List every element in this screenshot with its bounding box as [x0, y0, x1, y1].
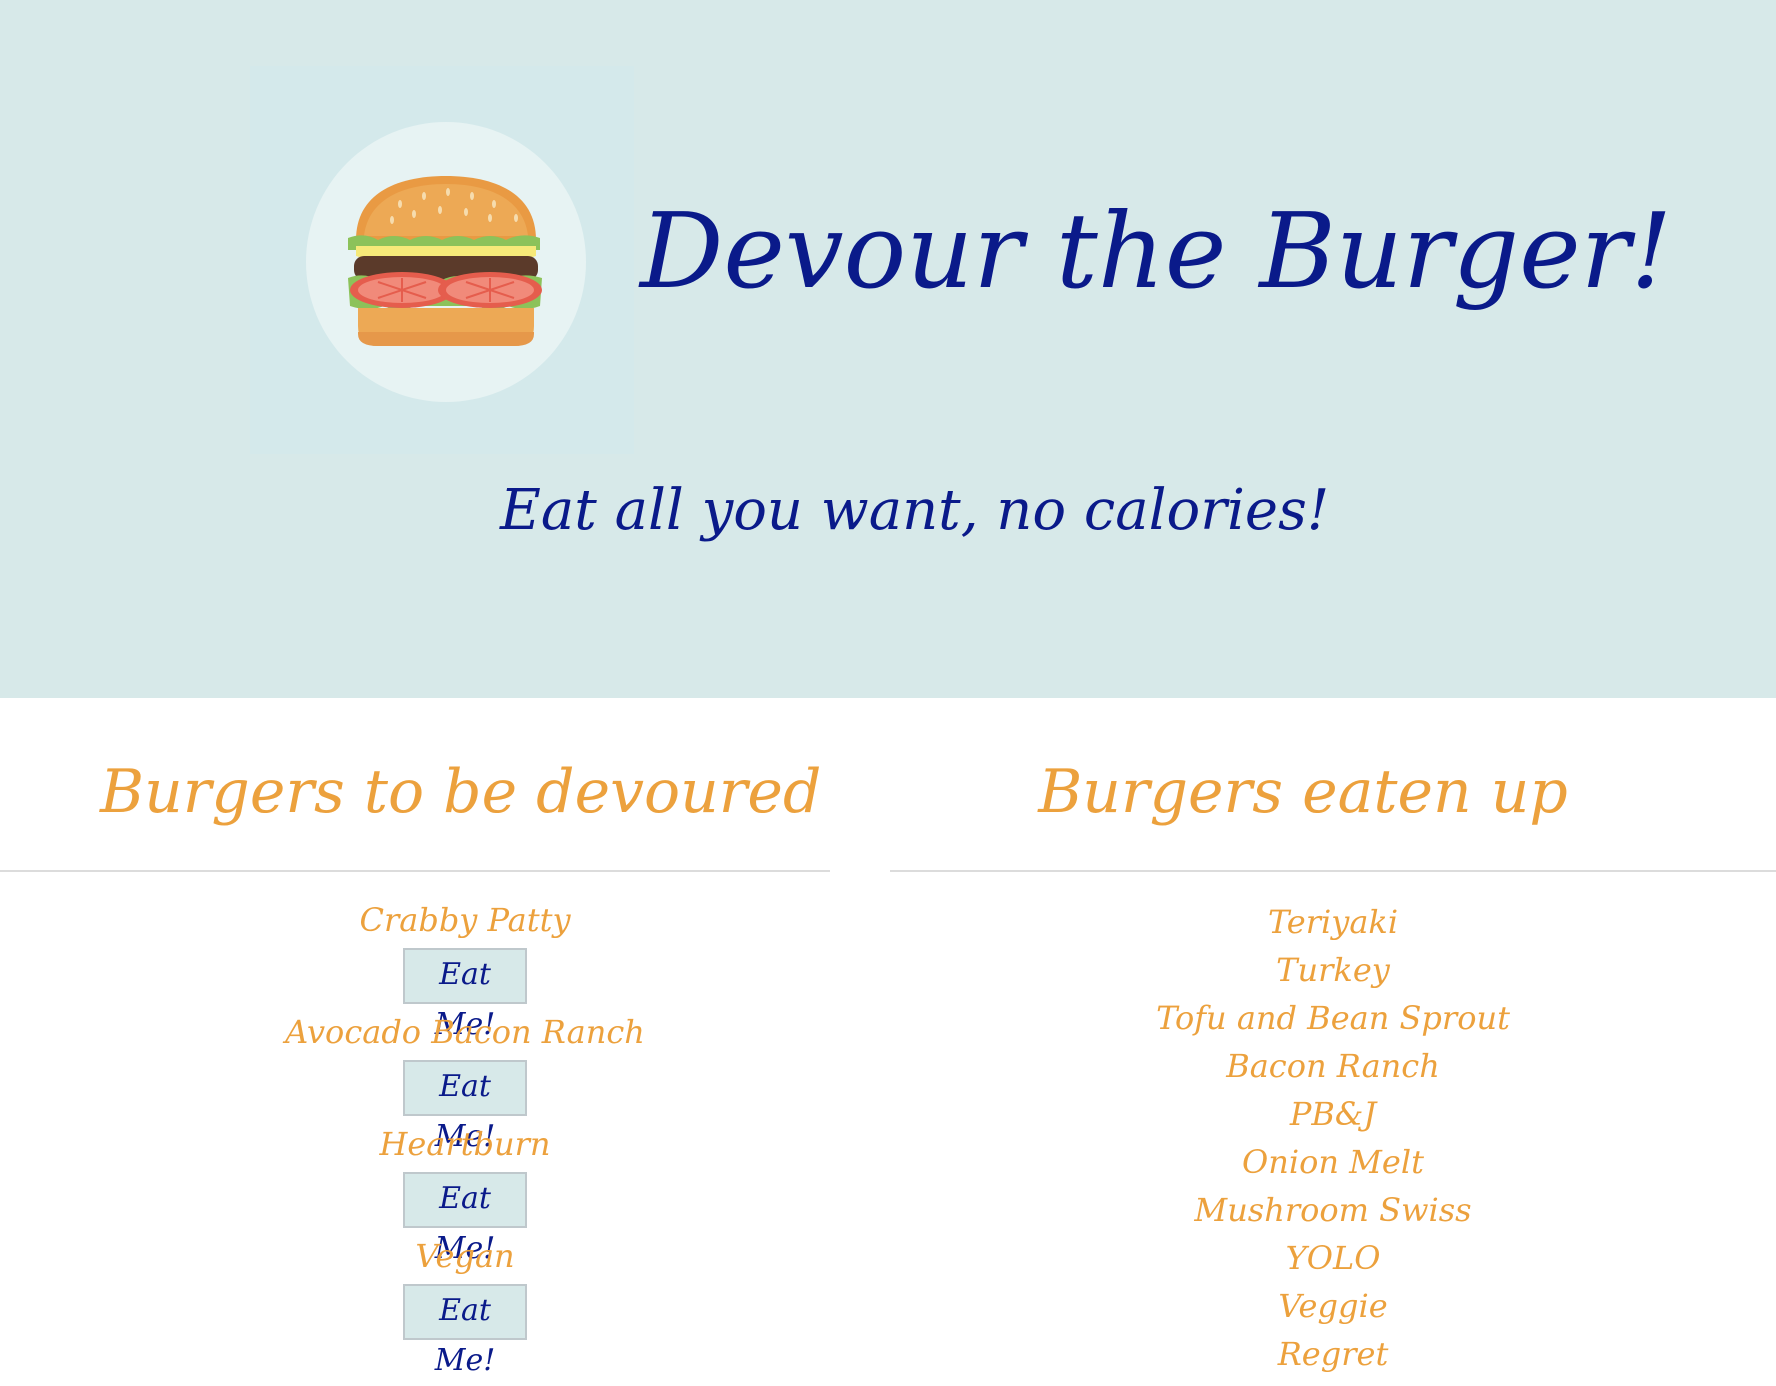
- burger-name: Heartburn: [379, 1125, 551, 1163]
- to-devour-list: Crabby Patty Eat Me! Avocado Bacon Ranch…: [0, 872, 930, 1378]
- eat-me-button[interactable]: Eat Me!: [403, 948, 527, 1042]
- tagline: Eat all you want, no calories!: [500, 478, 1330, 543]
- page-title: Devour the Burger!: [640, 190, 1673, 312]
- list-item: Heartburn Eat Me!: [0, 1122, 930, 1266]
- burger-icon: [348, 176, 542, 346]
- header-banner: Devour the Burger! Eat all you want, no …: [0, 0, 1776, 698]
- list-item: Avocado Bacon Ranch Eat Me!: [0, 1010, 930, 1154]
- list-item: YOLO: [1285, 1239, 1381, 1277]
- list-item: Veggie: [1278, 1287, 1388, 1325]
- to-devour-heading: Burgers to be devoured: [100, 757, 822, 827]
- list-item: Turkey: [1276, 951, 1390, 989]
- list-item: Bacon Ranch: [1226, 1047, 1440, 1085]
- list-item: Crabby Patty Eat Me!: [0, 898, 930, 1042]
- list-item: Regret: [1277, 1335, 1389, 1373]
- eat-me-button[interactable]: Eat Me!: [403, 1284, 527, 1378]
- eaten-section: Burgers eaten up Teriyaki Turkey Tofu an…: [890, 698, 1776, 1378]
- eat-me-button[interactable]: Eat Me!: [403, 1172, 527, 1266]
- eat-me-button[interactable]: Eat Me!: [403, 1060, 527, 1154]
- burger-name: Avocado Bacon Ranch: [285, 1013, 645, 1051]
- list-item: Tofu and Bean Sprout: [1156, 999, 1510, 1037]
- list-item: Onion Melt: [1242, 1143, 1424, 1181]
- list-item: Teriyaki: [1267, 903, 1399, 941]
- logo-badge: [306, 122, 586, 402]
- to-devour-section: Burgers to be devoured Crabby Patty Eat …: [0, 698, 830, 1378]
- eaten-heading: Burgers eaten up: [1038, 757, 1568, 827]
- list-item: PB&J: [1289, 1095, 1377, 1133]
- list-item: Mushroom Swiss: [1194, 1191, 1472, 1229]
- list-item: Vegan Eat Me!: [0, 1234, 930, 1378]
- eaten-list: Teriyaki Turkey Tofu and Bean Sprout Bac…: [890, 872, 1776, 1378]
- burger-name: Vegan: [415, 1237, 515, 1275]
- burger-name: Crabby Patty: [359, 901, 571, 939]
